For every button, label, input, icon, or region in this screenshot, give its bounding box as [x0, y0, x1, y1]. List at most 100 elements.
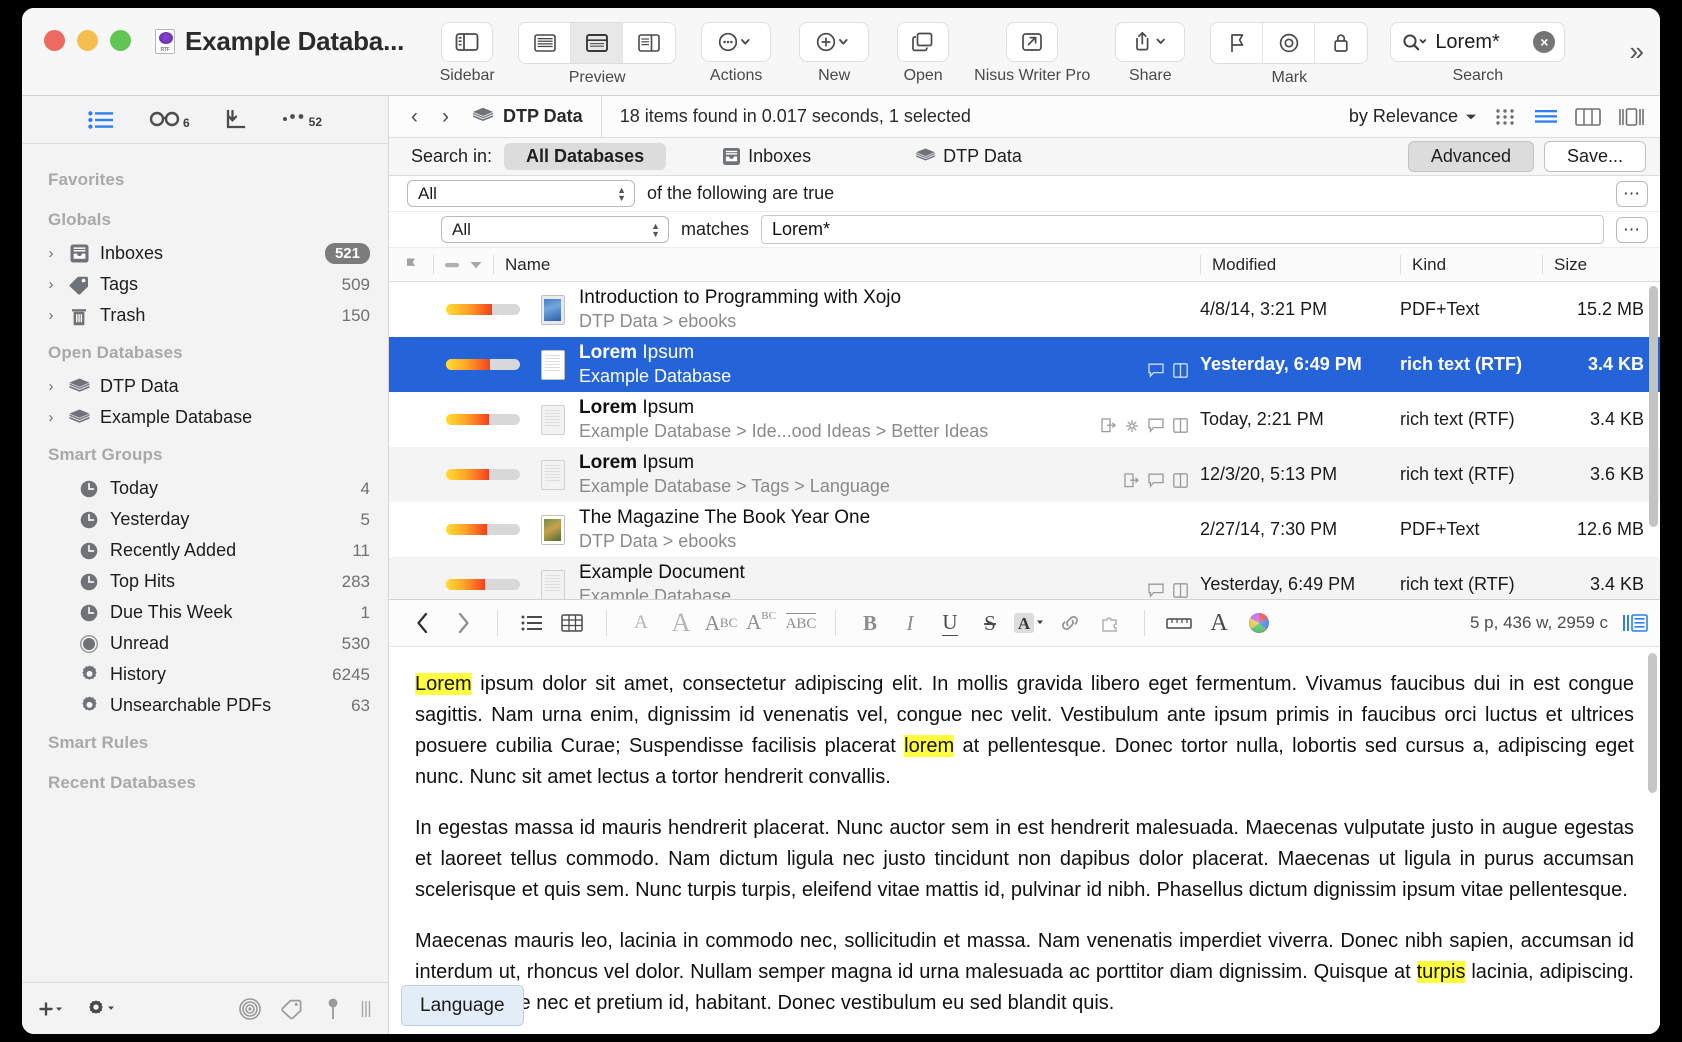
column-view[interactable]	[1575, 107, 1601, 126]
sidebar-item-inboxes[interactable]: › Inboxes 521	[22, 238, 388, 269]
document-preview[interactable]: Lorem ipsum dolor sit amet, consectetur …	[389, 647, 1660, 1034]
chevron-right-icon[interactable]: ›	[44, 276, 58, 293]
split-view[interactable]	[1618, 107, 1644, 126]
list-view[interactable]	[1534, 108, 1558, 126]
sidebar-item-trash[interactable]: › Trash 150	[22, 300, 388, 331]
view-details-icon[interactable]	[623, 23, 676, 63]
chevron-right-icon[interactable]: ›	[442, 105, 449, 129]
sidebar-item-top-hits[interactable]: Top Hits 283	[22, 566, 388, 597]
criteria-field-select[interactable]: All ▲ ▼	[441, 216, 669, 243]
font-superscript-icon[interactable]: A BC	[741, 606, 781, 640]
pin-icon[interactable]	[324, 997, 342, 1021]
icon-grid-view[interactable]	[1495, 108, 1517, 126]
scope-tab-dtp-data[interactable]: DTP Data	[893, 143, 1044, 170]
sidebar-item-recently-added[interactable]: Recently Added 11	[22, 535, 388, 566]
bold-icon[interactable]: B	[850, 606, 890, 640]
column-header-size[interactable]: Size	[1542, 248, 1660, 281]
chevron-right-icon[interactable]: ›	[44, 378, 58, 395]
sidebar-item-unread[interactable]: Unread 530	[22, 628, 388, 659]
sort-order-dropdown[interactable]: by Relevance	[1349, 106, 1477, 127]
close-button[interactable]	[44, 30, 65, 51]
column-header-name[interactable]: Name	[493, 248, 1200, 281]
chevron-right-icon[interactable]: ›	[44, 409, 58, 426]
results-scrollbar[interactable]	[1649, 286, 1658, 595]
flag-icon[interactable]	[1211, 23, 1264, 63]
font-abc-overline-icon[interactable]: ABC	[781, 606, 821, 640]
table-row[interactable]: Introduction to Programming with Xojo DT…	[389, 282, 1660, 337]
table-row[interactable]: Lorem Ipsum Example Database Yesterday, …	[389, 337, 1660, 392]
table-row[interactable]: The Magazine The Book Year One DTP Data …	[389, 502, 1660, 557]
list-view-icon[interactable]	[88, 110, 114, 130]
resize-grip-icon[interactable]	[360, 998, 372, 1020]
italic-icon[interactable]: I	[890, 606, 930, 640]
chevron-right-icon[interactable]: ›	[44, 245, 58, 262]
chevron-right-icon[interactable]: ›	[44, 307, 58, 324]
sidebar-item-today[interactable]: Today 4	[22, 473, 388, 504]
open-windows-icon[interactable]	[897, 22, 950, 62]
table-icon[interactable]	[552, 606, 592, 640]
save-search-button[interactable]: Save...	[1543, 141, 1646, 172]
glasses-reading-icon[interactable]: 6	[148, 110, 190, 130]
sidebar-item-dtp-data[interactable]: › DTP Data	[22, 371, 388, 402]
sidebar-scroll[interactable]: Favorites Globals › Inboxes 521 › Tags 5…	[22, 144, 388, 982]
target-rings-icon[interactable]	[238, 997, 262, 1021]
plus-circle-icon[interactable]	[799, 22, 870, 62]
sidebar-item-unsearchable-pdfs[interactable]: Unsearchable PDFs 63	[22, 690, 388, 721]
column-header-state[interactable]	[433, 248, 493, 281]
underline-icon[interactable]: U	[930, 606, 970, 640]
advanced-button[interactable]: Advanced	[1407, 141, 1534, 172]
bullet-list-icon[interactable]	[512, 606, 552, 640]
sidebar-item-history[interactable]: History 6245	[22, 659, 388, 690]
settings-gear-icon[interactable]	[86, 999, 118, 1019]
criteria-value-input[interactable]: Lorem*	[761, 215, 1604, 244]
link-icon[interactable]	[1050, 606, 1090, 640]
view-text-icon[interactable]	[519, 23, 572, 63]
minimize-button[interactable]	[77, 30, 98, 51]
search-input[interactable]: Lorem* ×	[1390, 22, 1566, 62]
sidebar-item-example-database[interactable]: › Example Database	[22, 402, 388, 433]
criteria-row-2-menu-button[interactable]: ⋯	[1616, 216, 1648, 243]
add-plus-icon[interactable]	[38, 1000, 68, 1018]
column-header-flag[interactable]	[389, 248, 433, 281]
font-small-icon[interactable]: A	[621, 606, 661, 640]
inspector-toggle[interactable]	[1622, 612, 1648, 634]
language-chip[interactable]: Language	[401, 984, 524, 1026]
view-split-icon[interactable]	[571, 23, 624, 63]
sidebar-item-yesterday[interactable]: Yesterday 5	[22, 504, 388, 535]
external-open-icon[interactable]	[1006, 22, 1059, 62]
column-header-kind[interactable]: Kind	[1400, 248, 1542, 281]
tag-outline-icon[interactable]	[280, 998, 306, 1020]
fonts-panel-icon[interactable]: A	[1199, 606, 1239, 640]
zoom-button[interactable]	[110, 30, 131, 51]
share-icon[interactable]	[1115, 22, 1186, 62]
sidebar-item-due-this-week[interactable]: Due This Week 1	[22, 597, 388, 628]
chevron-right-icon[interactable]	[443, 606, 483, 640]
more-dots-icon[interactable]: 52	[282, 111, 322, 129]
table-row[interactable]: Example Document Example Database Yester…	[389, 557, 1660, 599]
scope-tab-inboxes[interactable]: Inboxes	[700, 143, 833, 170]
strikethrough-icon[interactable]: S	[970, 606, 1010, 640]
sidebar-toggle-icon[interactable]	[441, 22, 494, 62]
lock-icon[interactable]	[1315, 23, 1368, 63]
scope-tab-all-databases[interactable]: All Databases	[504, 143, 667, 170]
puzzle-icon[interactable]	[1090, 606, 1130, 640]
font-large-icon[interactable]: A	[661, 606, 701, 640]
import-arrow-icon[interactable]	[224, 109, 248, 131]
chevron-left-icon[interactable]	[403, 606, 443, 640]
toolbar-overflow-icon[interactable]: »	[1630, 36, 1644, 67]
results-list[interactable]: Introduction to Programming with Xojo DT…	[389, 282, 1660, 599]
chevron-left-icon[interactable]: ‹	[411, 105, 418, 129]
font-lowercase-icon[interactable]: A BC	[701, 606, 741, 640]
colors-wheel-icon[interactable]	[1239, 606, 1279, 640]
column-header-modified[interactable]: Modified	[1200, 248, 1400, 281]
table-row[interactable]: Lorem Ipsum Example Database > Ide...ood…	[389, 392, 1660, 447]
sidebar-item-tags[interactable]: › Tags 509	[22, 269, 388, 300]
ruler-icon[interactable]	[1159, 606, 1199, 640]
criteria-row-1-menu-button[interactable]: ⋯	[1616, 180, 1648, 207]
target-icon[interactable]	[1263, 23, 1316, 63]
document-scrollbar[interactable]	[1648, 653, 1657, 793]
clear-search-icon[interactable]: ×	[1533, 31, 1556, 53]
nav-database[interactable]: DTP Data	[471, 96, 602, 137]
text-color-icon[interactable]: A	[1010, 606, 1050, 640]
criteria-match-type-select[interactable]: All ▲ ▼	[407, 180, 635, 207]
